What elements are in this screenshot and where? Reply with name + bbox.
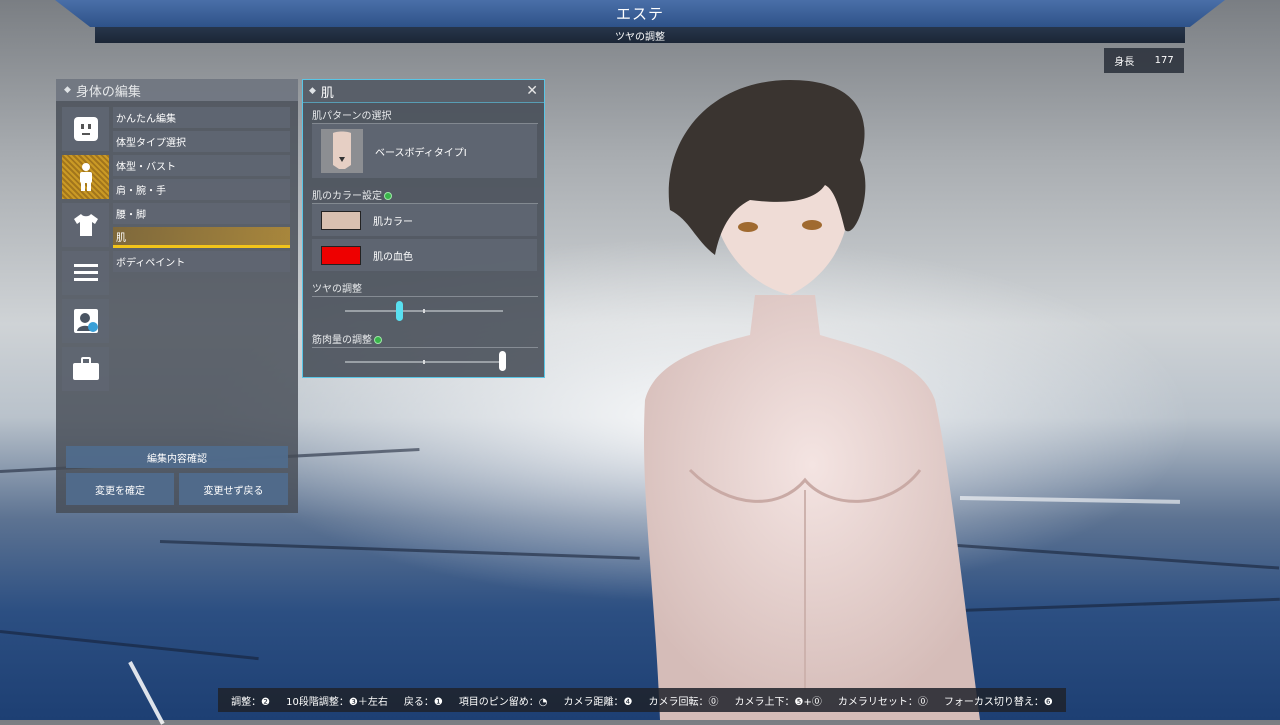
- body-menu-list: かんたん編集 体型タイプ選択 体型・バスト 肩・腕・手 腰・脚 肌 ボディペイン…: [113, 107, 290, 275]
- premium-gem-icon: [384, 192, 392, 200]
- help-camera-rotate: カメラ回転：⓪: [648, 696, 719, 708]
- screen-subtitle: ツヤの調整: [615, 31, 665, 43]
- panel-title: ◆ 身体の編集: [56, 79, 298, 101]
- category-icons: [62, 107, 109, 395]
- character-model: [643, 80, 980, 720]
- help-camera-reset: カメラリセット：⓪: [837, 696, 928, 708]
- sub-title-bar: ツヤの調整: [95, 27, 1185, 43]
- skin-panel: ◆ 肌 ✕ 肌パターンの選択 ベースボディタイプⅠ 肌のカラー設定 肌カラー 肌…: [302, 79, 545, 378]
- body-edit-panel: ◆ 身体の編集 かんたん編集 体型タイプ選択 体型・バスト 肩・腕・手 腰・脚 …: [56, 79, 298, 513]
- help-10-step: 10段階調整：❸＋左右: [286, 696, 388, 708]
- confirm-edit-button[interactable]: 編集内容確認: [66, 446, 288, 468]
- premium-gem-icon: [374, 336, 382, 344]
- help-back: 戻る：❶: [403, 696, 443, 708]
- gloss-section-label: ツヤの調整: [312, 280, 538, 297]
- briefcase-icon[interactable]: [62, 347, 109, 391]
- controls-help-bar: 調整：❷ 10段階調整：❸＋左右 戻る：❶ 項目のピン留め：◔ カメラ距離：❹ …: [218, 688, 1066, 712]
- muscle-slider[interactable]: [303, 349, 546, 373]
- gloss-slider-knob[interactable]: [396, 301, 404, 321]
- menu-icon[interactable]: [62, 251, 109, 295]
- screen-title: エステ: [615, 5, 664, 23]
- body-panel-title: 身体の編集: [75, 84, 141, 100]
- help-pin: 項目のピン留め：◔: [458, 696, 548, 708]
- skin-color-label: 肌カラー: [373, 216, 413, 228]
- top-title-bar: エステ: [55, 0, 1225, 27]
- pattern-section-label: 肌パターンの選択: [312, 107, 538, 124]
- skin-pattern-selector[interactable]: ベースボディタイプⅠ: [312, 124, 537, 178]
- height-value: 177: [1154, 55, 1174, 66]
- blood-color-row[interactable]: 肌の血色: [312, 239, 537, 271]
- height-label: 身長: [1114, 57, 1135, 68]
- menu-item-waist-leg[interactable]: 腰・脚: [113, 203, 290, 224]
- help-camera-distance: カメラ距離：❹: [563, 696, 633, 708]
- menu-item-figure-bust[interactable]: 体型・バスト: [113, 155, 290, 176]
- profile-icon[interactable]: [62, 299, 109, 343]
- body-icon[interactable]: [62, 155, 109, 199]
- muscle-slider-knob[interactable]: [499, 351, 506, 371]
- help-adjust: 調整：❷: [231, 696, 271, 708]
- menu-item-skin[interactable]: 肌: [113, 227, 290, 248]
- skin-color-swatch: [321, 210, 361, 230]
- gloss-slider-center-mark: [423, 309, 425, 313]
- help-focus-switch: フォーカス切り替え：❻: [943, 696, 1053, 708]
- color-section-label: 肌のカラー設定: [312, 187, 538, 204]
- menu-item-shoulder-arm-hand[interactable]: 肩・腕・手: [113, 179, 290, 200]
- discard-changes-button[interactable]: 変更せず戻る: [179, 473, 288, 505]
- close-icon[interactable]: ✕: [526, 83, 538, 99]
- skin-color-row[interactable]: 肌カラー: [312, 204, 537, 236]
- skin-panel-title: 肌: [320, 85, 334, 101]
- muscle-slider-center-mark: [423, 360, 425, 364]
- apply-changes-button[interactable]: 変更を確定: [66, 473, 174, 505]
- skin-panel-header: ◆ 肌: [303, 80, 544, 103]
- shirt-icon[interactable]: [62, 203, 109, 247]
- skin-pattern-value: ベースボディタイプⅠ: [375, 147, 467, 159]
- body-thumbnail-icon: [321, 129, 363, 173]
- gloss-slider[interactable]: [303, 298, 546, 322]
- menu-item-body-paint[interactable]: ボディペイント: [113, 251, 290, 272]
- blood-color-swatch: [321, 245, 361, 265]
- muscle-section-label: 筋肉量の調整: [312, 331, 538, 348]
- menu-item-body-type[interactable]: 体型タイプ選択: [113, 131, 290, 152]
- diamond-icon: ◆: [309, 86, 316, 96]
- menu-item-easy-edit[interactable]: かんたん編集: [113, 107, 290, 128]
- blood-color-label: 肌の血色: [373, 251, 413, 263]
- help-camera-updown: カメラ上下：❺+⓪: [734, 696, 822, 708]
- diamond-icon: ◆: [64, 85, 71, 95]
- face-icon[interactable]: [62, 107, 109, 151]
- height-display: 身長 177: [1104, 48, 1184, 73]
